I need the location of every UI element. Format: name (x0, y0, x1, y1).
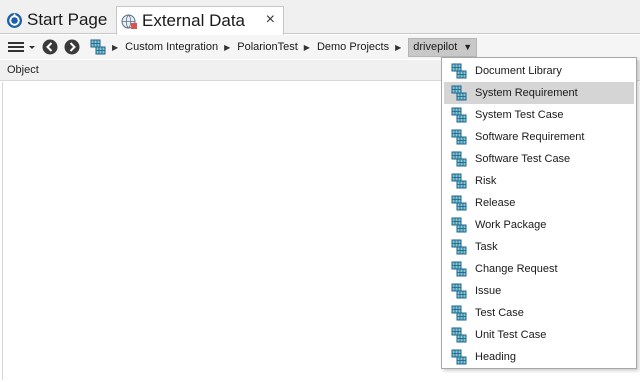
package-icon (451, 217, 467, 233)
dropdown-item-label: Software Test Case (475, 153, 571, 165)
package-icon (451, 173, 467, 189)
breadcrumb-separator: ▶ (224, 42, 231, 52)
external-data-icon (121, 14, 137, 29)
package-icon (451, 129, 467, 145)
tab-external-data[interactable]: External Data × (116, 6, 284, 35)
root-package-button[interactable] (90, 39, 106, 55)
dropdown-item-system-requirement[interactable]: System Requirement (444, 82, 634, 104)
menu-button[interactable] (8, 40, 36, 54)
dropdown-item-test-case[interactable]: Test Case (444, 302, 634, 324)
package-icon (451, 239, 467, 255)
dropdown-item-label: Document Library (475, 65, 562, 77)
dropdown-item-work-package[interactable]: Work Package (444, 214, 634, 236)
element-type-dropdown: Document Library System Requirement Syst… (441, 57, 637, 369)
breadcrumb-separator: ▶ (303, 42, 310, 52)
dropdown-item-label: Issue (475, 285, 502, 297)
package-icon (90, 39, 106, 55)
close-tab-button[interactable]: × (266, 12, 275, 28)
dropdown-item-risk[interactable]: Risk (444, 170, 634, 192)
tab-start-page-label: Start Page (27, 10, 108, 29)
document-tab-strip: Start Page External Data × (0, 0, 640, 35)
dropdown-item-label: Change Request (475, 263, 558, 275)
package-icon (451, 85, 467, 101)
dropdown-item-label: Test Case (475, 307, 524, 319)
dropdown-item-label: System Test Case (475, 109, 564, 121)
breadcrumb-custom-integration[interactable]: Custom Integration (125, 41, 218, 53)
dropdown-item-task[interactable]: Task (444, 236, 634, 258)
breadcrumb-polarion-test[interactable]: PolarionTest (237, 41, 298, 53)
dropdown-item-label: Risk (475, 175, 497, 187)
dropdown-item-label: Release (475, 197, 516, 209)
package-icon (451, 63, 467, 79)
package-icon (451, 261, 467, 277)
column-header-object[interactable]: Object (7, 64, 39, 76)
package-icon (451, 327, 467, 343)
back-button[interactable] (42, 39, 58, 55)
package-icon (451, 283, 467, 299)
breadcrumb-separator: ▶ (395, 42, 402, 52)
breadcrumb-drivepilot-label: drivepilot (413, 41, 458, 53)
tab-start-page[interactable]: Start Page (2, 6, 114, 34)
dropdown-item-heading[interactable]: Heading (444, 346, 634, 368)
dropdown-item-change-request[interactable]: Change Request (444, 258, 634, 280)
breadcrumb-drivepilot-dropdown[interactable]: drivepilot ▼ (408, 37, 478, 57)
package-icon (451, 305, 467, 321)
forward-arrow-icon (64, 39, 80, 55)
package-icon (451, 195, 467, 211)
dropdown-item-unit-test-case[interactable]: Unit Test Case (444, 324, 634, 346)
tab-external-data-label: External Data (142, 11, 245, 30)
package-icon (451, 151, 467, 167)
dropdown-item-label: System Requirement (475, 87, 578, 99)
breadcrumb-demo-projects[interactable]: Demo Projects (317, 41, 389, 53)
dropdown-item-label: Task (475, 241, 498, 253)
forward-button[interactable] (64, 39, 80, 55)
start-page-icon (7, 12, 22, 28)
chevron-down-icon: ▼ (463, 42, 473, 52)
dropdown-item-issue[interactable]: Issue (444, 280, 634, 302)
dropdown-item-system-test-case[interactable]: System Test Case (444, 104, 634, 126)
dropdown-item-label: Software Requirement (475, 131, 585, 143)
menu-dropdown-arrow-icon (29, 46, 35, 49)
dropdown-item-label: Unit Test Case (475, 329, 547, 341)
dropdown-item-label: Heading (475, 351, 516, 363)
package-icon (451, 107, 467, 123)
package-icon (451, 349, 467, 365)
breadcrumb-separator: ▶ (112, 42, 119, 52)
dropdown-item-document-library[interactable]: Document Library (444, 60, 634, 82)
dropdown-item-release[interactable]: Release (444, 192, 634, 214)
hamburger-menu-icon (8, 42, 24, 52)
navigation-toolbar: ▶ Custom Integration ▶ PolarionTest ▶ De… (0, 35, 640, 59)
dropdown-item-software-test-case[interactable]: Software Test Case (444, 148, 634, 170)
back-arrow-icon (42, 39, 58, 55)
dropdown-item-software-requirement[interactable]: Software Requirement (444, 126, 634, 148)
dropdown-item-label: Work Package (475, 219, 547, 231)
